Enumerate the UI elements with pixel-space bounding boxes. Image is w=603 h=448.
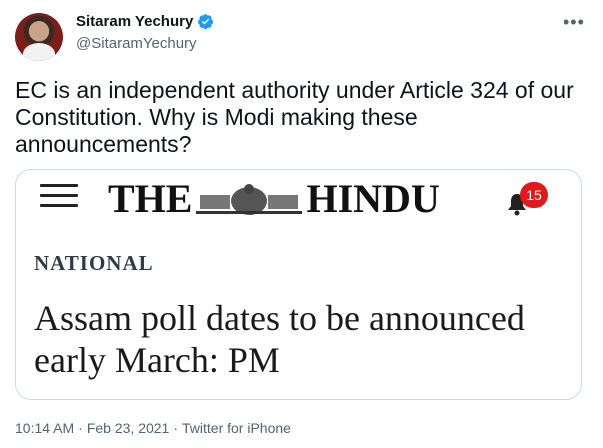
tweet-source[interactable]: Twitter for iPhone [182,420,291,436]
verified-badge-icon [198,14,214,30]
notification-badge: 15 [520,182,548,208]
notification-area: 15 [506,182,548,222]
author-name[interactable]: Sitaram Yechury [76,13,193,30]
tweet-meta: 10:14 AM · Feb 23, 2021 · Twitter for iPhone [15,420,291,436]
section-label: NATIONAL [34,251,154,275]
article-headline: Assam poll dates to be announced early M… [34,298,525,380]
author-handle[interactable]: @SitaramYechury [76,35,197,52]
crest-emblem-icon [196,183,303,215]
tweet-date[interactable]: Feb 23, 2021 [87,420,170,436]
tweet-text: EC is an independent authority under Art… [15,77,574,157]
link-card[interactable]: THE HINDU 15 NATIONAL Assam poll dates t… [15,169,582,400]
avatar[interactable] [15,13,63,61]
author-row: Sitaram Yechury [76,13,214,30]
tweet-time[interactable]: 10:14 AM [15,420,74,436]
hamburger-menu-icon [40,184,78,214]
masthead-left: THE [108,176,193,221]
more-options-icon[interactable]: ••• [563,12,585,33]
masthead-logo: THE HINDU [108,175,440,222]
masthead-right: HINDU [306,176,440,221]
